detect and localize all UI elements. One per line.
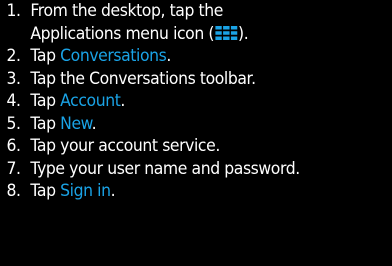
step-5: 5. Tap New.: [0, 113, 361, 136]
step-2: 2. Tap Conversations.: [0, 45, 361, 68]
step-number: 3.: [6, 68, 21, 89]
step-7: 7. Type your user name and password.: [0, 158, 361, 181]
step-1: 1. From the desktop, tap the Application…: [0, 0, 361, 45]
step-3: 3. Tap the Conversations toolbar.: [0, 68, 361, 91]
step-number: 4.: [6, 91, 21, 111]
step-number: 2.: [6, 46, 21, 66]
step-text: .: [91, 113, 97, 134]
step-text: Tap: [30, 181, 61, 201]
step-number: 8.: [6, 181, 21, 201]
step-text: From the desktop, tap the: [30, 1, 223, 21]
step-8: 8. Tap Sign in.: [0, 180, 361, 203]
account-link[interactable]: Account: [60, 91, 121, 111]
step-text: Tap: [30, 91, 61, 111]
sign-in-link[interactable]: Sign in: [60, 181, 111, 201]
conversations-link[interactable]: Conversations: [60, 46, 167, 66]
applications-menu-icon: [215, 25, 238, 40]
step-number: 6.: [6, 136, 21, 156]
steps-list: 1. From the desktop, tap the Application…: [0, 0, 392, 203]
step-text: Tap: [30, 46, 61, 66]
step-number: 5.: [6, 113, 21, 134]
step-text: .: [110, 181, 116, 201]
step-text: Tap your account service.: [30, 136, 220, 156]
instruction-page: 1. From the desktop, tap the Application…: [0, 0, 392, 266]
step-text: Type your user name and password.: [30, 158, 300, 179]
new-link[interactable]: New: [60, 114, 92, 134]
step-text: Applications menu icon (: [30, 23, 215, 44]
step-text: .: [120, 91, 125, 111]
step-text: Tap the Conversations toolbar.: [30, 68, 256, 89]
step-text: Tap: [30, 113, 61, 134]
step-number: 7.: [6, 158, 21, 179]
step-4: 4. Tap Account.: [0, 90, 361, 113]
step-text: .: [166, 46, 171, 66]
step-number: 1.: [6, 1, 21, 21]
step-text: ).: [238, 23, 249, 44]
step-6: 6. Tap your account service.: [0, 135, 361, 158]
